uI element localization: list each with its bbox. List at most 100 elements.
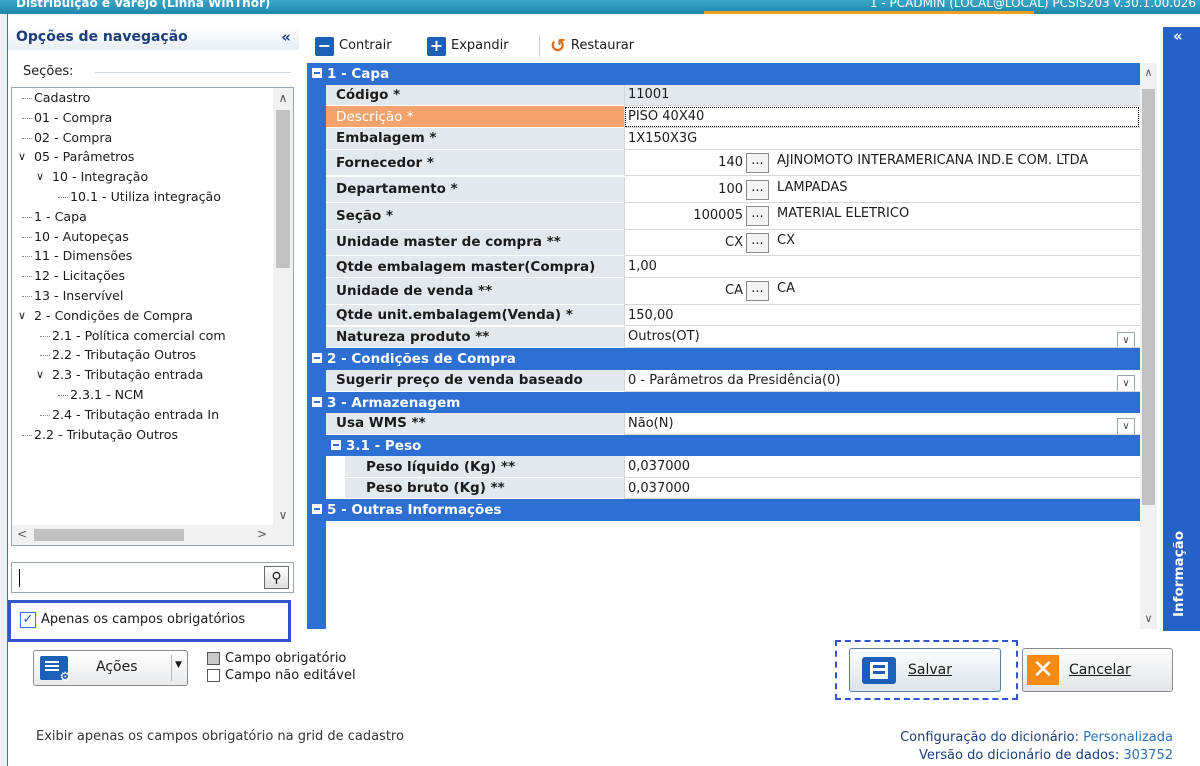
- field-value[interactable]: 0,037000: [624, 456, 1140, 478]
- tree-item[interactable]: 02 - Compra: [12, 128, 273, 148]
- group-header[interactable]: 1 - Capa: [307, 63, 1140, 85]
- chevron-down-icon[interactable]: ∨: [36, 167, 44, 187]
- field-select[interactable]: 0 - Parâmetros da Presidência(0) ∨: [624, 369, 1140, 392]
- grid-row[interactable]: Qtde unit.embalagem(Venda) * 150,00: [307, 304, 1140, 327]
- lookup-button[interactable]: ...: [746, 179, 769, 200]
- chevron-down-icon[interactable]: ∨: [1117, 331, 1135, 348]
- field-value[interactable]: 150,00: [624, 304, 1140, 327]
- tree-item[interactable]: 11 - Dimensões: [12, 246, 273, 266]
- field-value[interactable]: 11001: [624, 84, 1140, 107]
- tree-item[interactable]: ∨ 10 - Integração: [12, 167, 273, 187]
- collapse-group-icon[interactable]: [312, 504, 322, 515]
- tree-item[interactable]: 2.2 - Tributação Outros: [12, 425, 273, 445]
- field-value[interactable]: 100... LAMPADAS: [624, 176, 1140, 204]
- tree-horizontal-scrollbar[interactable]: < >: [11, 525, 294, 546]
- collapse-group-icon[interactable]: [312, 68, 322, 78]
- chevron-down-icon[interactable]: ∨: [1117, 418, 1135, 434]
- collapse-group-icon[interactable]: [312, 353, 322, 364]
- tree-item[interactable]: 2.2 - Tributação Outros: [12, 345, 273, 365]
- field-value[interactable]: CA... CA: [624, 278, 1140, 305]
- field-value[interactable]: PISO 40X40: [624, 106, 1140, 129]
- save-button[interactable]: Salvar: [849, 648, 1001, 692]
- field-value[interactable]: 0,037000: [624, 477, 1140, 500]
- field-value[interactable]: 1X150X3G: [624, 128, 1140, 150]
- tree-item[interactable]: 13 - Inservível: [12, 286, 273, 306]
- tree-item[interactable]: 10 - Autopeças: [12, 227, 273, 247]
- collapse-group-icon[interactable]: [312, 396, 322, 407]
- lookup-button[interactable]: ...: [746, 232, 769, 253]
- tree-item[interactable]: 12 - Licitações: [12, 266, 273, 286]
- grid-row[interactable]: Código * 11001: [307, 84, 1140, 107]
- grid-row[interactable]: Unidade de venda ** CA... CA: [307, 278, 1140, 305]
- chevron-down-icon[interactable]: ∨: [1117, 374, 1135, 391]
- tree-item[interactable]: 10.1 - Utiliza integração: [12, 187, 273, 207]
- actions-dropdown-icon[interactable]: ▼: [171, 655, 185, 681]
- group-header[interactable]: 5 - Outras Informações: [307, 499, 1140, 521]
- field-value[interactable]: 140... AJINOMOTO INTERAMERICANA IND.E COM…: [624, 149, 1140, 177]
- chevron-down-icon[interactable]: ∨: [18, 147, 26, 167]
- cancel-button[interactable]: ✕ Cancelar: [1022, 648, 1173, 692]
- collapse-button[interactable]: − Contrair: [315, 35, 392, 57]
- lookup-code[interactable]: 100005: [625, 208, 743, 223]
- lookup-code[interactable]: 100: [625, 182, 743, 197]
- tree-item[interactable]: ∨ 05 - Parâmetros: [12, 147, 273, 167]
- search-field[interactable]: ⚲: [11, 562, 294, 593]
- grid-row[interactable]: Peso bruto (Kg) ** 0,037000: [307, 477, 1140, 500]
- restore-button[interactable]: ↺ Restaurar: [550, 35, 634, 57]
- grid-row[interactable]: Fornecedor * 140... AJINOMOTO INTERAMERICA…: [307, 149, 1140, 177]
- grid-scroll-down-icon[interactable]: ∨: [1140, 609, 1157, 629]
- collapse-group-icon[interactable]: [331, 439, 341, 450]
- tree-item[interactable]: 01 - Compra: [12, 108, 273, 128]
- tree-vertical-scrollbar[interactable]: ∧ ∨: [273, 88, 293, 525]
- tree-item[interactable]: 2.1 - Política comercial com: [12, 326, 273, 346]
- tree-item[interactable]: ∨ 2 - Condições de Compra: [12, 306, 273, 326]
- tree-item[interactable]: 1 - Capa: [12, 207, 273, 227]
- tree-item[interactable]: ∨ 2.3 - Tributação entrada: [12, 365, 273, 385]
- lookup-button[interactable]: ...: [746, 281, 769, 302]
- grid-scroll-thumb[interactable]: [1142, 89, 1155, 505]
- info-panel[interactable]: « Informação: [1163, 27, 1200, 631]
- grid-row[interactable]: Departamento * 100... LAMPADAS: [307, 176, 1140, 204]
- actions-button[interactable]: Ações ▼: [33, 650, 188, 686]
- field-value[interactable]: 100005... MATERIAL ELETRICO: [624, 203, 1140, 230]
- only-required-option[interactable]: ✓ Apenas os campos obrigatórios: [8, 600, 291, 642]
- scroll-down-icon[interactable]: ∨: [273, 505, 293, 525]
- grid-row[interactable]: Peso líquido (Kg) ** 0,037000: [307, 456, 1140, 478]
- scroll-left-icon[interactable]: <: [17, 527, 27, 541]
- tree-item[interactable]: 2.3.1 - NCM: [12, 385, 273, 405]
- lookup-button[interactable]: ...: [746, 206, 769, 227]
- grid-row[interactable]: Unidade master de compra ** CX... CX: [307, 229, 1140, 257]
- grid-row[interactable]: Descrição * PISO 40X40: [307, 106, 1140, 129]
- grid-row[interactable]: Usa WMS ** Não(N) ∨: [307, 413, 1140, 435]
- lookup-code[interactable]: CX: [625, 235, 743, 250]
- grid-row[interactable]: Sugerir preço de venda baseado 0 - Parâme…: [307, 369, 1140, 392]
- lookup-code[interactable]: 140: [625, 155, 743, 170]
- field-value[interactable]: 1,00: [624, 256, 1140, 279]
- scroll-right-icon[interactable]: >: [257, 527, 267, 541]
- group-header[interactable]: 3 - Armazenagem: [307, 391, 1140, 414]
- tree-item[interactable]: Cadastro: [12, 88, 273, 108]
- field-select[interactable]: Outros(OT) ∨: [624, 326, 1140, 349]
- group-header[interactable]: 3.1 - Peso: [307, 434, 1140, 457]
- scroll-up-icon[interactable]: ∧: [273, 88, 293, 108]
- sections-tree[interactable]: Cadastro 01 - Compra 02 - Compra ∨ 05 - Parâ…: [11, 87, 294, 526]
- grid-row[interactable]: Natureza produto ** Outros(OT) ∨: [307, 326, 1140, 349]
- grid-scroll-up-icon[interactable]: ∧: [1140, 63, 1157, 83]
- grid-row[interactable]: Embalagem * 1X150X3G: [307, 128, 1140, 150]
- grid-vertical-scrollbar[interactable]: ∧ ∨: [1140, 63, 1157, 629]
- scroll-thumb[interactable]: [276, 110, 290, 268]
- collapse-info-icon[interactable]: «: [1173, 27, 1183, 45]
- grid-row[interactable]: Seção * 100005... MATERIAL ELETRICO: [307, 203, 1140, 230]
- expand-button[interactable]: + Expandir: [427, 35, 509, 57]
- chevron-down-icon[interactable]: ∨: [36, 365, 44, 385]
- chevron-down-icon[interactable]: ∨: [18, 306, 26, 326]
- lookup-button[interactable]: ...: [746, 152, 769, 173]
- collapse-nav-icon[interactable]: «: [281, 28, 291, 46]
- property-grid[interactable]: 1 - Capa Código * 11001 Descrição * PISO 40X…: [307, 63, 1140, 629]
- hscroll-thumb[interactable]: [34, 529, 184, 541]
- grid-row[interactable]: Qtde embalagem master(Compra) 1,00: [307, 256, 1140, 279]
- field-select[interactable]: Não(N) ∨: [624, 413, 1140, 435]
- group-header[interactable]: 2 - Condições de Compra: [307, 348, 1140, 370]
- lookup-code[interactable]: CA: [625, 283, 743, 298]
- search-icon[interactable]: ⚲: [264, 566, 289, 589]
